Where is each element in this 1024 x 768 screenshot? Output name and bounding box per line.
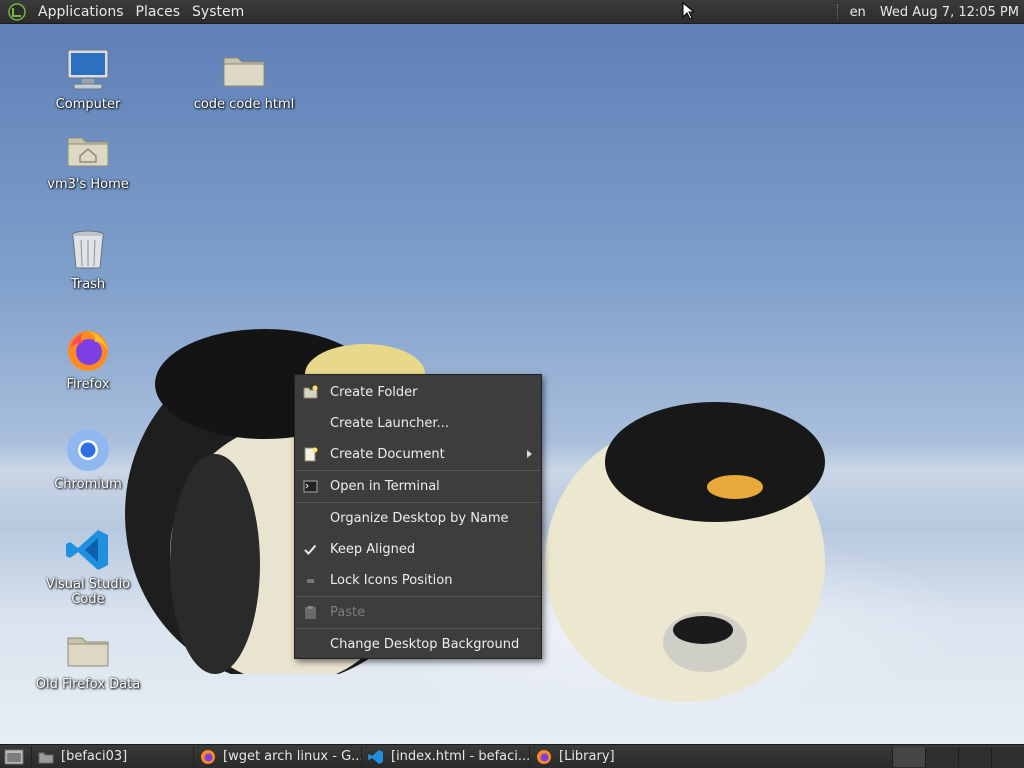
desktop-icon-label: Firefox (66, 377, 110, 392)
desktop-icon-label: Old Firefox Data (35, 677, 141, 692)
menu-item-create-document[interactable]: Create Document (295, 439, 541, 470)
menu-item-keep-aligned[interactable]: Keep Aligned (295, 534, 541, 565)
taskbar-item-befaci03[interactable]: [befaci03] (31, 745, 193, 768)
menu-item-label: Change Desktop Background (330, 637, 520, 652)
menu-item-label: Paste (330, 605, 366, 620)
folder-icon (38, 752, 54, 763)
menu-applications[interactable]: Applications (32, 4, 130, 20)
menu-item-label: Create Document (330, 447, 445, 462)
penguin-adult-chick-wallpaper (545, 402, 825, 702)
desktop-icon-label: Trash (70, 277, 106, 292)
desktop-context-menu: Create Folder Create Launcher... Create … (294, 374, 542, 659)
workspace-3[interactable] (958, 747, 991, 767)
mouse-cursor-icon (682, 2, 694, 20)
folder-icon (67, 637, 109, 667)
desktop-icon-label: code code html (193, 97, 295, 112)
desktop-icon-label: Computer (55, 97, 121, 112)
vscode-icon (368, 749, 383, 764)
desktop-icon-label: Chromium (54, 477, 122, 492)
desktop-icon-chromium[interactable]: Chromium (28, 426, 148, 492)
mate-logo-icon[interactable] (8, 2, 26, 21)
desktop-icon-label: Visual Studio Code (45, 577, 131, 607)
panel-separator (836, 4, 840, 20)
bottom-taskbar: [befaci03] [wget arch linux - G... [inde… (0, 744, 1024, 768)
paste-icon (305, 606, 316, 619)
menu-item-change-desktop-background[interactable]: Change Desktop Background (295, 629, 541, 660)
workspace-1[interactable] (892, 747, 925, 767)
terminal-icon (303, 480, 318, 493)
desktop-icon-firefox[interactable]: Firefox (28, 326, 148, 392)
menu-item-label: Create Folder (330, 385, 418, 400)
keyboard-layout-indicator[interactable]: en (850, 5, 866, 20)
taskbar-item-label: [befaci03] (61, 749, 128, 764)
top-panel: Applications Places System en Wed Aug 7,… (0, 0, 1024, 24)
create-folder-icon (303, 385, 318, 399)
firefox-icon (537, 749, 551, 764)
menu-item-label: Keep Aligned (330, 542, 416, 557)
home-folder-icon (67, 137, 109, 167)
desktop-icon-computer[interactable]: Computer (28, 46, 148, 112)
create-document-icon (304, 447, 318, 462)
folder-icon (223, 57, 265, 87)
firefox-icon (68, 331, 108, 371)
taskbar-item-library[interactable]: [Library] (529, 745, 679, 768)
trash-icon (71, 230, 105, 269)
desktop-icon-trash[interactable]: Trash (28, 226, 148, 292)
menu-item-organize-desktop[interactable]: Organize Desktop by Name (295, 503, 541, 534)
desktop-icon-old-firefox-data[interactable]: Old Firefox Data (28, 626, 148, 692)
menu-item-open-in-terminal[interactable]: Open in Terminal (295, 471, 541, 502)
desktop-icon-code-code-html[interactable]: code code html (184, 46, 304, 112)
workspace-4[interactable] (991, 747, 1024, 767)
checkmark-icon (304, 544, 317, 555)
show-desktop-icon[interactable] (3, 747, 25, 767)
workspace-switcher (892, 747, 1024, 767)
desktop-icon-home[interactable]: vm3's Home (28, 126, 148, 192)
unchecked-icon (307, 579, 314, 583)
menu-item-label: Open in Terminal (330, 479, 440, 494)
desktop-icon-label: vm3's Home (47, 177, 129, 192)
chromium-icon (67, 429, 109, 471)
menu-item-label: Organize Desktop by Name (330, 511, 509, 526)
menu-item-label: Lock Icons Position (330, 573, 453, 588)
firefox-icon (201, 749, 215, 764)
menu-item-paste: Paste (295, 597, 541, 628)
taskbar-item-wget-arch-linux[interactable]: [wget arch linux - G... (193, 745, 361, 768)
menu-system[interactable]: System (186, 4, 250, 20)
computer-icon (67, 49, 109, 90)
taskbar-item-label: [Library] (559, 749, 615, 764)
taskbar-item-label: [wget arch linux - G... (223, 749, 361, 764)
taskbar-item-index-html[interactable]: [index.html - befaci... (361, 745, 529, 768)
menu-places[interactable]: Places (130, 4, 187, 20)
menu-item-create-folder[interactable]: Create Folder (295, 377, 541, 408)
menu-item-lock-icons-position[interactable]: Lock Icons Position (295, 565, 541, 596)
menu-item-label: Create Launcher... (330, 416, 449, 431)
desktop-icon-vscode[interactable]: Visual Studio Code (28, 526, 148, 607)
vscode-icon (66, 530, 108, 570)
clock[interactable]: Wed Aug 7, 12:05 PM (880, 5, 1019, 20)
workspace-2[interactable] (925, 747, 958, 767)
submenu-arrow-icon (527, 450, 532, 458)
menu-item-create-launcher[interactable]: Create Launcher... (295, 408, 541, 439)
taskbar-item-label: [index.html - befaci... (391, 749, 529, 764)
